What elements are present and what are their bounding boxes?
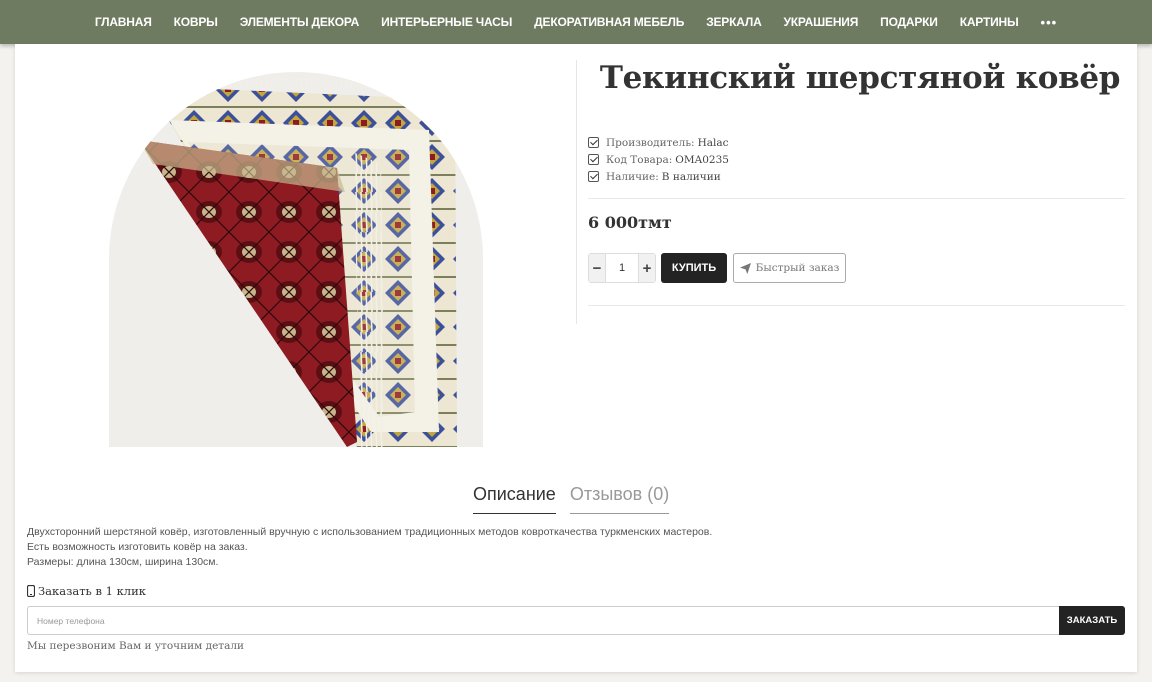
main-navigation: ГЛАВНАЯ КОВРЫ ЭЛЕМЕНТЫ ДЕКОРА ИНТЕРЬЕРНЫ…: [0, 0, 1152, 44]
spec-product-code: Код Товара: OMA0235: [588, 151, 729, 168]
column-divider: [576, 60, 577, 324]
product-card: Текинский шерстяной ковёр Производитель:…: [15, 44, 1137, 672]
callback-note: Мы перезвоним Вам и уточним детали: [27, 640, 245, 652]
nav-item-decor[interactable]: ЭЛЕМЕНТЫ ДЕКОРА: [240, 15, 360, 29]
nav-item-paintings[interactable]: КАРТИНЫ: [960, 15, 1019, 29]
nav-item-carpets[interactable]: КОВРЫ: [174, 15, 218, 29]
quick-order-button[interactable]: Быстрый заказ: [733, 253, 846, 283]
check-square-icon: [588, 171, 599, 182]
product-description: Двухсторонний шерстяной ковёр, изготовле…: [27, 525, 712, 570]
nav-item-gifts[interactable]: ПОДАРКИ: [880, 15, 938, 29]
carpet-image: [139, 78, 459, 447]
tab-reviews[interactable]: Отзывов (0): [569, 484, 670, 514]
mobile-phone-icon: [27, 585, 35, 597]
order-submit-button[interactable]: ЗАКАЗАТЬ: [1059, 606, 1125, 635]
description-line: Двухсторонний шерстяной ковёр, изготовле…: [27, 526, 713, 538]
nav-item-home[interactable]: ГЛАВНАЯ: [95, 15, 152, 29]
spec-manufacturer: Производитель: Halac: [588, 134, 729, 151]
spec-label: Код Товара:: [606, 153, 673, 166]
quantity-input[interactable]: 1: [605, 254, 639, 282]
paper-plane-icon: [739, 262, 751, 274]
spec-value[interactable]: Halac: [698, 137, 729, 149]
product-tabs: Описание Отзывов (0): [473, 484, 670, 514]
spec-label: Производитель:: [606, 136, 695, 149]
product-title: Текинский шерстяной ковёр: [599, 60, 1121, 96]
product-image[interactable]: [109, 72, 483, 447]
nav-item-furniture[interactable]: ДЕКОРАТИВНАЯ МЕБЕЛЬ: [534, 15, 684, 29]
quantity-stepper: − 1 +: [588, 253, 656, 283]
one-click-order-label: Заказать в 1 клик: [27, 584, 146, 598]
spec-value: OMA0235: [675, 153, 729, 166]
tab-description[interactable]: Описание: [473, 484, 556, 514]
check-square-icon: [588, 154, 599, 165]
description-line: Размеры: длина 130см, ширина 130см.: [27, 556, 219, 568]
description-line: Есть возможность изготовить ковёр на зак…: [27, 541, 248, 553]
nav-item-clocks[interactable]: ИНТЕРЬЕРНЫЕ ЧАСЫ: [381, 15, 512, 29]
phone-number-input[interactable]: [27, 606, 1059, 635]
spec-label: Наличие:: [606, 170, 659, 183]
product-specs: Производитель: Halac Код Товара: OMA0235…: [588, 134, 729, 185]
nav-more-icon[interactable]: •••: [1041, 15, 1058, 30]
nav-item-mirrors[interactable]: ЗЕРКАЛА: [706, 15, 762, 29]
increase-quantity-button[interactable]: +: [639, 254, 655, 282]
divider: [588, 198, 1125, 199]
divider: [588, 305, 1125, 306]
one-click-label-text: Заказать в 1 клик: [38, 584, 146, 598]
one-click-order-form: ЗАКАЗАТЬ: [27, 606, 1125, 635]
spec-value: В наличии: [661, 170, 721, 183]
quick-order-label: Быстрый заказ: [755, 262, 840, 274]
spec-availability: Наличие: В наличии: [588, 168, 729, 185]
decrease-quantity-button[interactable]: −: [589, 254, 605, 282]
buy-button[interactable]: КУПИТЬ: [661, 253, 727, 283]
nav-item-jewelry[interactable]: УКРАШЕНИЯ: [784, 15, 859, 29]
product-price: 6 000тмт: [588, 213, 672, 232]
check-square-icon: [588, 137, 599, 148]
